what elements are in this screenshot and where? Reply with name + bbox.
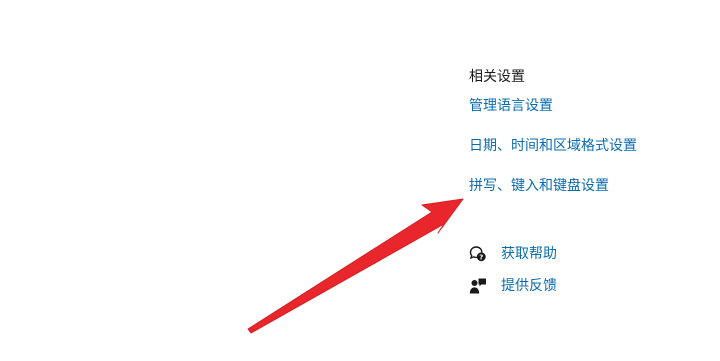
get-help-link[interactable]: ? 获取帮助 bbox=[469, 243, 557, 265]
get-help-label: 获取帮助 bbox=[501, 246, 557, 262]
chat-help-icon: ? bbox=[469, 245, 487, 263]
svg-text:?: ? bbox=[479, 253, 483, 261]
related-settings-heading: 相关设置 bbox=[469, 69, 525, 85]
date-time-region-settings-link[interactable]: 日期、时间和区域格式设置 bbox=[469, 135, 637, 157]
give-feedback-label: 提供反馈 bbox=[501, 278, 557, 294]
settings-page: 相关设置 管理语言设置 日期、时间和区域格式设置 拼写、键入和键盘设置 ? 获取… bbox=[0, 0, 720, 361]
red-arrow-icon bbox=[247, 198, 464, 334]
manage-language-settings-link[interactable]: 管理语言设置 bbox=[469, 95, 553, 117]
spelling-typing-keyboard-settings-link[interactable]: 拼写、键入和键盘设置 bbox=[469, 175, 609, 197]
feedback-icon bbox=[469, 277, 487, 295]
give-feedback-link[interactable]: 提供反馈 bbox=[469, 275, 557, 297]
